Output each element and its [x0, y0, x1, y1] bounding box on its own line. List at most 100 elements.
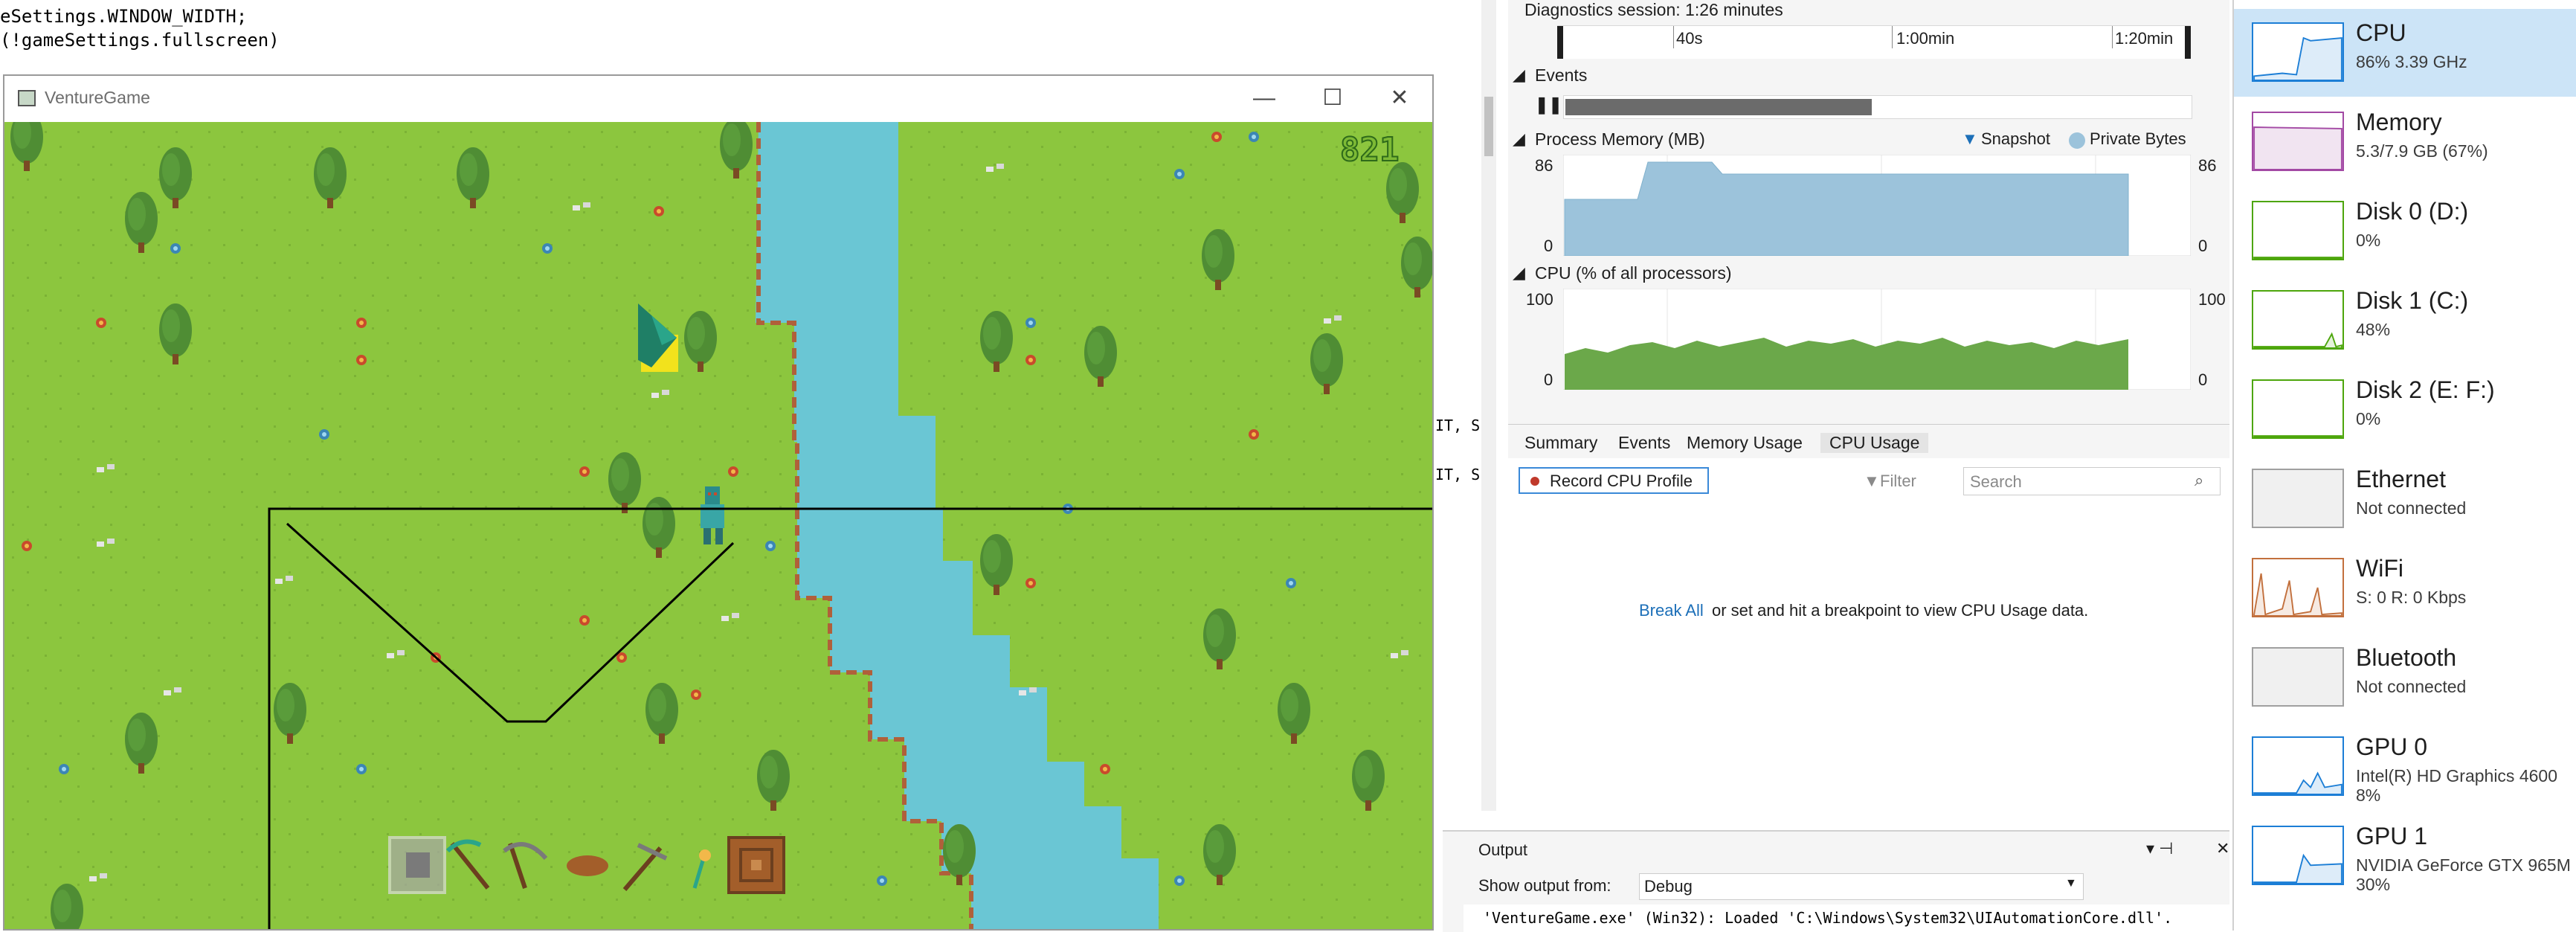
memory-ymax-right: 86: [2198, 156, 2217, 175]
timeline-ruler[interactable]: 40s 1:00min 1:20min: [1557, 25, 2191, 59]
chevron-down-icon: ▼: [2065, 877, 2077, 890]
pause-icon[interactable]: ❚❚: [1535, 95, 1562, 115]
memory-ymin: 0: [1544, 237, 1553, 255]
maximize-button[interactable]: ☐: [1310, 82, 1355, 115]
code-line: eSettings.WINDOW_WIDTH;: [0, 6, 248, 27]
taskmanager-item-detail: 0%: [2356, 409, 2381, 428]
show-output-label: Show output from:: [1478, 876, 1611, 895]
break-message: or set and hit a breakpoint to view CPU …: [1712, 601, 2089, 620]
filter-dropdown[interactable]: Filter: [1880, 472, 1916, 491]
taskmanager-item-name: Disk 1 (C:): [2356, 287, 2469, 314]
taskmanager-item-name: GPU 1: [2356, 823, 2428, 849]
taskmanager-item-detail: 0%: [2356, 231, 2381, 250]
taskmanager-item-bluetooth[interactable]: Bluetooth Not connected: [2234, 634, 2576, 722]
cpu-ymax-right: 100: [2198, 290, 2226, 309]
performance-thumbnail: [2252, 558, 2344, 617]
performance-thumbnail: [2252, 826, 2344, 885]
memory-title: Process Memory (MB): [1535, 129, 1705, 149]
cpu-area: [1565, 338, 2128, 390]
private-bytes-swatch: [2069, 132, 2085, 149]
taskmanager-item-name: Disk 2 (E: F:): [2356, 376, 2495, 403]
performance-thumbnail: [2252, 22, 2344, 82]
close-button[interactable]: ✕: [1377, 82, 1422, 115]
collapse-events-icon[interactable]: ◢: [1513, 65, 1525, 85]
taskmanager-item-cpu[interactable]: CPU 86% 3.39 GHz: [2234, 9, 2576, 97]
taskmanager-item-wifi[interactable]: WiFi S: 0 R: 0 Kbps: [2234, 544, 2576, 632]
taskmanager-item-usage: 8%: [2356, 785, 2381, 805]
fps-counter: 821: [1340, 131, 1399, 169]
taskmanager-item-usage: 30%: [2356, 875, 2391, 894]
close-output-icon[interactable]: ✕: [2216, 839, 2229, 858]
taskmanager-item-name: Memory: [2356, 109, 2442, 135]
game-window-title: VentureGame: [45, 88, 150, 107]
search-icon[interactable]: ⌕: [2195, 471, 2203, 490]
taskmanager-item-name: Disk 0 (D:): [2356, 198, 2469, 225]
taskmanager-item-detail: Not connected: [2356, 498, 2467, 518]
game-window-titlebar[interactable]: VentureGame — ☐ ✕: [4, 76, 1432, 122]
search-placeholder: Search: [1970, 472, 2022, 491]
record-cpu-profile-button[interactable]: Record CPU Profile: [1519, 467, 1709, 494]
taskmanager-item-name: Ethernet: [2356, 466, 2446, 492]
collapse-memory-icon[interactable]: ◢: [1513, 129, 1525, 149]
code-fragment: IT, S: [1435, 417, 1481, 434]
performance-thumbnail: [2252, 647, 2344, 707]
diagnostics-panel: Diagnostics session: 1:26 minutes 40s 1:…: [1443, 0, 2229, 932]
taskmanager-item-memory[interactable]: Memory 5.3/7.9 GB (67%): [2234, 98, 2576, 186]
taskmanager-item-name: Bluetooth: [2356, 644, 2457, 671]
editor-scrollbar[interactable]: [1481, 0, 1496, 811]
timeline-tick: 1:20min: [2115, 29, 2174, 48]
tab-events[interactable]: Events: [1618, 433, 1670, 453]
taskmanager-item-detail: S: 0 R: 0 Kbps: [2356, 588, 2467, 607]
taskmanager-item-detail: 48%: [2356, 320, 2391, 339]
output-log[interactable]: 'VentureGame.exe' (Win32): Loaded 'C:\Wi…: [1464, 904, 2229, 932]
output-source-value: Debug: [1644, 877, 1693, 896]
taskmanager-item-disk-2-e-f[interactable]: Disk 2 (E: F:) 0%: [2234, 366, 2576, 454]
events-label: Events: [1535, 65, 1588, 85]
events-track: [1563, 95, 2192, 119]
taskmanager-item-detail: 86% 3.39 GHz: [2356, 52, 2467, 71]
taskmanager-item-disk-0-d[interactable]: Disk 0 (D:) 0%: [2234, 187, 2576, 275]
taskmanager-item-gpu-1[interactable]: GPU 1 NVIDIA GeForce GTX 965M 30%: [2234, 812, 2576, 900]
session-label: Diagnostics session: 1:26 minutes: [1524, 0, 1783, 19]
cpu-title: CPU (% of all processors): [1535, 263, 1732, 283]
performance-thumbnail: [2252, 379, 2344, 439]
record-button-label: Record CPU Profile: [1550, 472, 1693, 490]
app-icon: [18, 90, 36, 106]
game-window[interactable]: VentureGame — ☐ ✕ 821: [3, 74, 1434, 931]
tab-summary[interactable]: Summary: [1524, 433, 1597, 453]
cpu-ymax: 100: [1526, 290, 1553, 309]
memory-ymin-right: 0: [2198, 237, 2208, 255]
output-source-select[interactable]: Debug ▼: [1639, 873, 2084, 900]
performance-thumbnail: [2252, 112, 2344, 171]
timeline-end-handle[interactable]: [2185, 26, 2191, 59]
taskmanager-item-ethernet[interactable]: Ethernet Not connected: [2234, 455, 2576, 543]
collapse-cpu-icon[interactable]: ◢: [1513, 263, 1525, 283]
taskmanager-item-detail: 5.3/7.9 GB (67%): [2356, 141, 2488, 161]
private-bytes-legend: Private Bytes: [2090, 129, 2186, 148]
taskmanager-item-name: GPU 0: [2356, 733, 2428, 760]
taskmanager-item-disk-1-c[interactable]: Disk 1 (C:) 48%: [2234, 277, 2576, 364]
timeline-start-handle[interactable]: [1557, 26, 1563, 59]
search-input[interactable]: Search ⌕: [1963, 467, 2221, 495]
snapshot-legend: Snapshot: [1981, 129, 2050, 148]
pin-icon[interactable]: ▾ ⊣: [2146, 839, 2173, 858]
cpu-graph: [1563, 289, 2191, 390]
taskmanager-item-detail: Not connected: [2356, 677, 2467, 696]
memory-ymax: 86: [1535, 156, 1553, 175]
editor-scrollbar-thumb[interactable]: [1484, 97, 1493, 156]
output-log-line: 'VentureGame.exe' (Win32): Loaded 'C:\Wi…: [1483, 909, 2173, 927]
tab-memory-usage[interactable]: Memory Usage: [1687, 433, 1803, 453]
minimize-button[interactable]: —: [1242, 82, 1287, 115]
tab-cpu-usage[interactable]: CPU Usage: [1820, 433, 1929, 453]
code-line: (!gameSettings.fullscreen): [0, 30, 280, 51]
performance-thumbnail: [2252, 201, 2344, 260]
game-scene[interactable]: 821: [4, 122, 1432, 929]
game-canvas[interactable]: 821: [4, 122, 1432, 929]
events-progress: [1565, 99, 1872, 115]
taskmanager-item-name: CPU: [2356, 19, 2406, 46]
taskmanager-item-gpu-0[interactable]: GPU 0 Intel(R) HD Graphics 4600 8%: [2234, 723, 2576, 811]
performance-thumbnail: [2252, 469, 2344, 528]
snapshot-icon: ▼: [1962, 129, 1978, 148]
output-pane: Output ▾ ⊣ ✕ Show output from: Debug ▼ '…: [1443, 830, 2229, 932]
break-all-link[interactable]: Break All: [1639, 601, 1704, 620]
